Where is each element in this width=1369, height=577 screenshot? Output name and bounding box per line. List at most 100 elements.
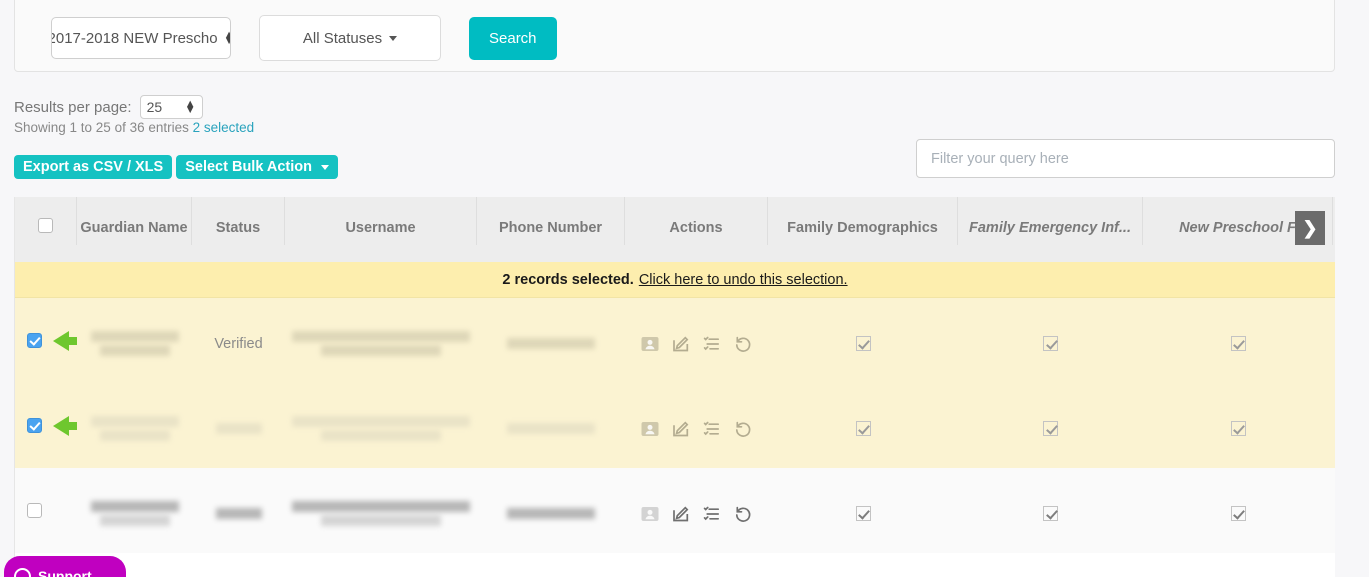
edit-icon[interactable]	[671, 504, 691, 524]
cell-username	[285, 468, 477, 553]
chevron-right-icon[interactable]: ❯	[1295, 211, 1325, 245]
search-controls: 2017-2018 NEW Prescho ▲▼ All Statuses Se…	[51, 15, 557, 61]
chat-ring-icon	[14, 567, 31, 577]
selection-notice: 2 records selected. Click here to undo t…	[15, 262, 1335, 298]
filter-query-wrapper	[916, 139, 1335, 178]
form-complete-checkbox[interactable]	[1043, 336, 1058, 351]
redacted-value	[90, 416, 179, 441]
redacted-value	[292, 331, 470, 356]
table-header-row: Guardian Name Status Username Phone Number A…	[15, 197, 1335, 262]
cell-actions	[625, 383, 768, 468]
contact-card-icon[interactable]	[640, 504, 660, 524]
support-chat-widget[interactable]: Support	[4, 556, 126, 577]
list-icon[interactable]	[702, 334, 722, 354]
redacted-value	[507, 508, 595, 519]
column-header-username[interactable]: Username	[285, 197, 477, 245]
column-header-guardian-name[interactable]: Guardian Name	[77, 197, 192, 245]
edit-icon[interactable]	[671, 334, 691, 354]
column-header-actions[interactable]: Actions	[625, 197, 768, 245]
undo-icon[interactable]	[733, 334, 753, 354]
redacted-value	[292, 501, 470, 526]
results-per-page-select[interactable]: 25 ▲ ▼	[139, 95, 203, 119]
status-select[interactable]: All Statuses	[259, 15, 441, 61]
page-gutter	[1336, 0, 1369, 577]
form-complete-checkbox[interactable]	[1043, 506, 1058, 521]
select-bulk-action-button[interactable]: Select Bulk Action	[176, 155, 338, 179]
undo-icon[interactable]	[733, 504, 753, 524]
results-per-page-label: Results per page:	[14, 98, 132, 116]
caret-down-icon	[321, 164, 329, 170]
column-header-label: Username	[345, 220, 416, 236]
cell-actions	[625, 298, 768, 383]
cell-username	[285, 298, 477, 383]
table-row[interactable]	[15, 468, 1335, 553]
data-table: Guardian Name Status Username Phone Number A…	[14, 197, 1335, 577]
form-complete-checkbox[interactable]	[1230, 506, 1246, 521]
form-complete-checkbox[interactable]	[855, 421, 871, 436]
cell-guardian-name	[77, 468, 192, 553]
redacted-value	[507, 423, 595, 434]
page-root: 2017-2018 NEW Prescho ▲▼ All Statuses Se…	[0, 0, 1369, 577]
cell-phone-number	[477, 298, 625, 383]
cell-status	[192, 383, 285, 468]
support-chat-label: Support	[38, 568, 92, 577]
cell-guardian-name	[77, 383, 192, 468]
cell-family-demographics	[768, 383, 958, 468]
export-csv-xls-button[interactable]: Export as CSV / XLS	[14, 155, 173, 179]
results-per-page: Results per page: 25 ▲ ▼	[14, 95, 203, 119]
filter-query-input[interactable]	[917, 140, 1334, 177]
status-value: Verified	[214, 335, 263, 352]
redacted-value	[215, 423, 262, 434]
annotation-arrow-icon	[51, 413, 77, 439]
row-select-cell	[15, 298, 77, 383]
form-complete-checkbox[interactable]	[1230, 336, 1246, 351]
bulk-action-toolbar: Export as CSV / XLS Select Bulk Action	[14, 155, 338, 179]
cell-new-preschool-form	[1143, 383, 1333, 468]
form-complete-checkbox[interactable]	[1230, 421, 1246, 436]
row-select-checkbox[interactable]	[27, 333, 42, 348]
status-select-value: All Statuses	[302, 29, 383, 47]
contact-card-icon[interactable]	[640, 419, 660, 439]
annotation-arrow-icon	[51, 328, 77, 354]
column-header-label: Family Demographics	[787, 220, 938, 236]
row-select-cell	[15, 383, 77, 468]
column-header-family-demographics[interactable]: Family Demographics	[768, 197, 958, 245]
cell-guardian-name	[77, 298, 192, 383]
cell-status: Verified	[192, 298, 285, 383]
table-row[interactable]: Verified	[15, 298, 1335, 383]
column-header-label: Guardian Name	[80, 220, 188, 236]
search-panel: 2017-2018 NEW Prescho ▲▼ All Statuses Se…	[14, 0, 1335, 72]
edit-icon[interactable]	[671, 419, 691, 439]
contact-card-icon[interactable]	[640, 334, 660, 354]
cell-username	[285, 383, 477, 468]
caret-down-icon	[389, 35, 398, 41]
cell-family-emergency-info	[958, 298, 1143, 383]
cell-family-emergency-info	[958, 468, 1143, 553]
list-icon[interactable]	[702, 504, 722, 524]
column-header-label: Family Emergency Inf...	[969, 220, 1131, 236]
column-header-status[interactable]: Status	[192, 197, 285, 245]
row-select-checkbox[interactable]	[27, 503, 42, 518]
undo-selection-link[interactable]: Click here to undo this selection.	[639, 272, 848, 288]
cell-new-preschool-form	[1143, 298, 1333, 383]
school-year-select[interactable]: 2017-2018 NEW Prescho ▲▼	[51, 17, 231, 59]
cell-family-demographics	[768, 468, 958, 553]
row-select-checkbox[interactable]	[27, 418, 42, 433]
undo-icon[interactable]	[733, 419, 753, 439]
form-complete-checkbox[interactable]	[1043, 421, 1058, 436]
search-button[interactable]: Search	[469, 16, 557, 60]
column-header-family-emergency-info[interactable]: Family Emergency Inf...	[958, 197, 1143, 245]
list-icon[interactable]	[702, 419, 722, 439]
table-body: Verified	[15, 298, 1335, 553]
showing-entries-text: Showing 1 to 25 of 36 entries	[14, 120, 189, 135]
form-complete-checkbox[interactable]	[855, 506, 871, 521]
table-row[interactable]	[15, 383, 1335, 468]
select-all-checkbox[interactable]	[38, 217, 53, 233]
selected-count-link[interactable]: 2 selected	[193, 120, 255, 135]
row-select-cell	[15, 468, 77, 553]
column-header-phone-number[interactable]: Phone Number	[477, 197, 625, 245]
column-header-select-all[interactable]	[15, 197, 77, 245]
redacted-value	[507, 338, 595, 349]
cell-status	[192, 468, 285, 553]
form-complete-checkbox[interactable]	[855, 336, 871, 351]
